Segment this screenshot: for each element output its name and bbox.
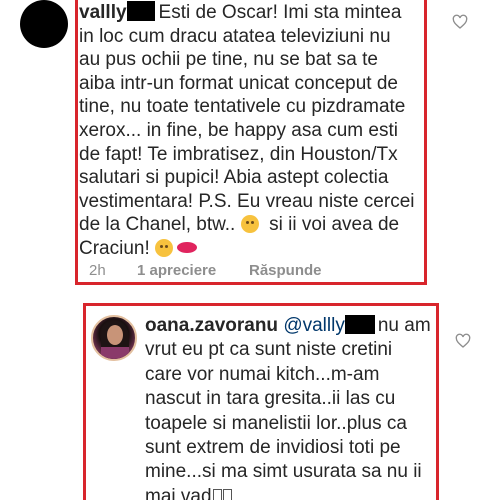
redaction-bar <box>344 315 375 334</box>
comment-line: mai vad <box>145 485 212 500</box>
hugging-face-emoji <box>155 238 174 257</box>
comment-line: mine...si ma simt usurata sa nu ii <box>145 461 422 483</box>
heart-outline-icon[interactable] <box>452 14 468 30</box>
redaction-bar <box>126 1 155 21</box>
comment-line: aiba intr-un format unicat conceput de <box>79 72 398 94</box>
comment-line: toapele si manelistii lor..plus ca <box>145 412 407 434</box>
missing-glyph-icon <box>222 488 232 500</box>
comment-line: si ii voi avea de <box>269 214 400 236</box>
comment-line: care vor numai kitch...m-am <box>145 363 380 385</box>
comment-line: tine, nu toate tentativele cu pizdramate <box>79 96 406 118</box>
comment-line: sunt extrem de invidiosi toti pe <box>145 437 401 459</box>
comment-line: au pus ochii pe tine, nu se bat sa te <box>79 49 378 71</box>
likes-count-link[interactable]: 1 apreciere <box>137 262 249 279</box>
reply-button[interactable]: Răspunde <box>249 262 322 279</box>
comment-body: vallly Esti de Oscar! Imi sta mintea in l… <box>79 1 414 261</box>
mention-link[interactable]: @vallly <box>283 315 345 336</box>
comment-timestamp: 2h <box>89 262 106 279</box>
flushed-face-emoji <box>240 215 259 234</box>
comment-line: xerox... in fine, be happy asa cum esti <box>79 119 398 141</box>
comment-username[interactable]: vallly <box>79 2 127 23</box>
comment-line: de fapt! Te imbratisez, din Houston/Tx <box>79 143 398 165</box>
comment-line: nu am <box>377 315 431 336</box>
comment-meta: 2h 1 apreciere Răspunde <box>89 262 322 279</box>
avatar[interactable] <box>20 0 68 48</box>
missing-glyph-icon <box>212 488 222 500</box>
comment-line: vrut eu pt ca sunt niste cretini <box>145 339 393 361</box>
comment-username[interactable]: oana.zavoranu <box>145 315 278 336</box>
heart-outline-icon[interactable] <box>455 333 471 349</box>
kiss-mark-emoji <box>177 241 198 253</box>
comment-line: vestimentara! P.S. Eu vreau niste cercei <box>79 190 415 212</box>
comment-line: salutari si pupici! Abia astept colectia <box>79 167 389 189</box>
comment-line: de la Chanel, btw.. <box>79 214 236 236</box>
comment-line: nascut in tara gresita..ii las cu <box>145 388 396 410</box>
comment-line: Craciun! <box>79 237 150 259</box>
avatar[interactable] <box>91 315 137 361</box>
comment-body: oana.zavoranu @vallly nu am vrut eu pt ca… <box>145 314 431 500</box>
comment-line: Esti de Oscar! Imi sta mintea <box>158 2 402 23</box>
comment-line: in loc cum dracu atatea televiziuni nu <box>79 25 391 47</box>
